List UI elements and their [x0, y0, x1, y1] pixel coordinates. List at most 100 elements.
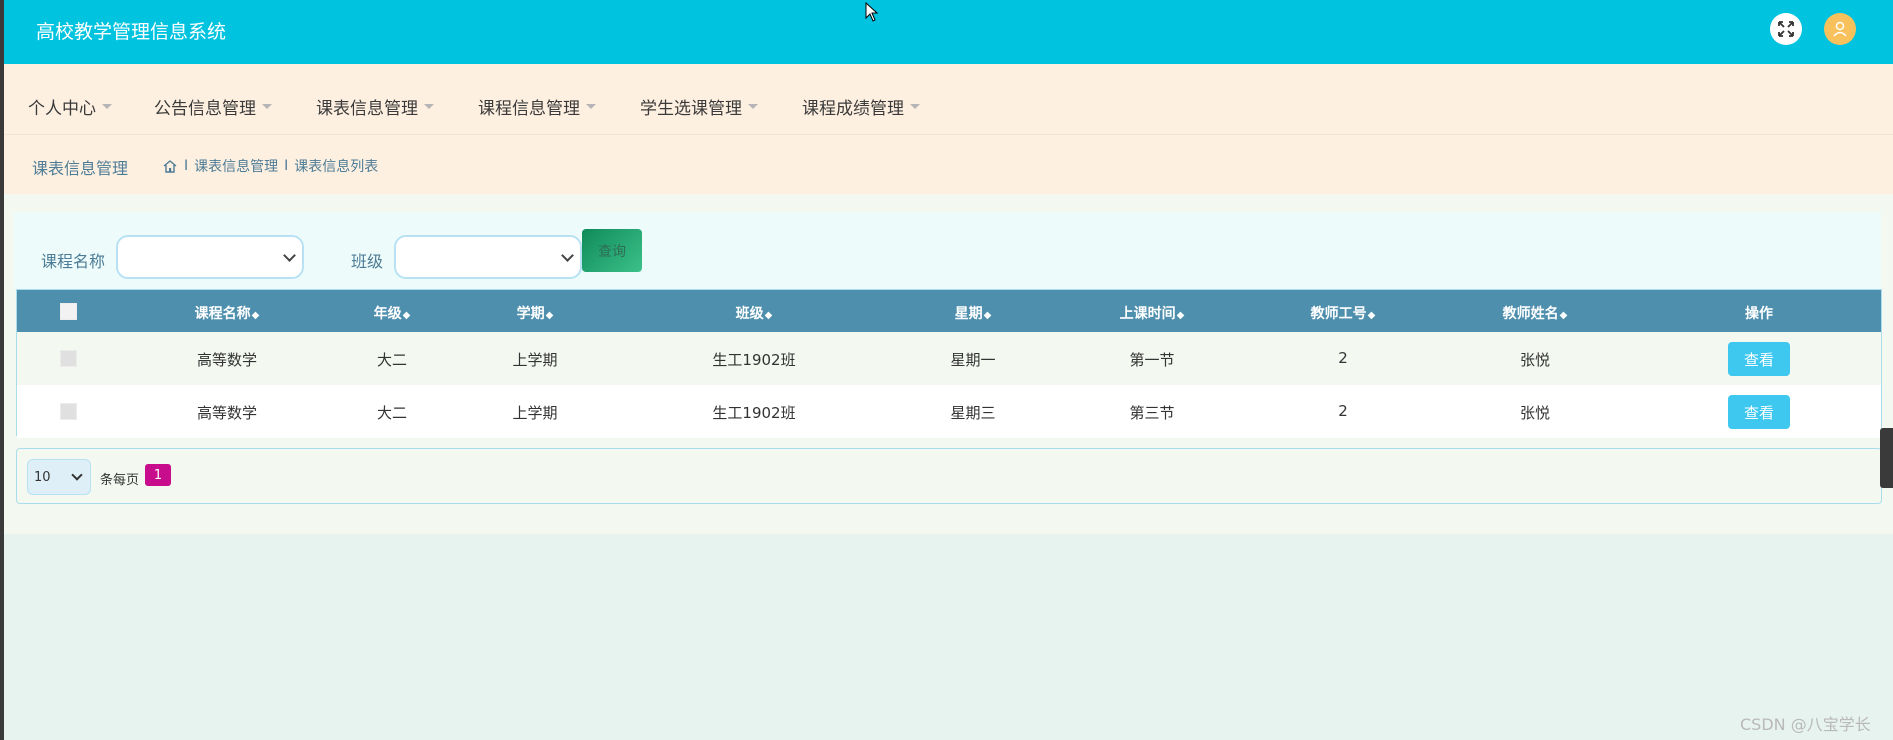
chevron-down-icon [561, 249, 574, 262]
nav-item-timetable[interactable]: 课表信息管理 [316, 94, 434, 119]
select-all-checkbox[interactable] [60, 303, 77, 320]
table-header: 课程名称◆ 年级◆ 学期◆ 班级◆ 星期◆ 上课时间◆ 教师工号◆ 教师姓名◆ … [17, 290, 1881, 332]
nav-item-label: 学生选课管理 [640, 99, 742, 119]
col-header-label: 年级 [373, 306, 402, 322]
col-header-label: 课程名称 [194, 306, 251, 322]
cell-weekday: 星期三 [950, 404, 996, 422]
per-page-label: 条每页 [100, 473, 140, 488]
view-button[interactable]: 查看 [1728, 395, 1790, 429]
cell-term: 上学期 [512, 351, 558, 369]
page-size-value: 10 [34, 470, 51, 485]
cell-class: 生工1902班 [712, 351, 796, 369]
caret-down-icon [424, 104, 434, 109]
nav-item-announcement[interactable]: 公告信息管理 [154, 94, 272, 119]
sort-icon: ◆ [1176, 310, 1185, 321]
cell-class: 生工1902班 [712, 404, 796, 422]
course-name-label: 课程名称 [41, 252, 106, 271]
user-icon [1833, 21, 1847, 37]
page-number-current[interactable]: 1 [145, 464, 171, 486]
pagination: 10 条每页 1 [16, 448, 1882, 504]
caret-down-icon [262, 104, 272, 109]
cell-weekday: 星期一 [950, 351, 996, 369]
col-header-time[interactable]: 上课时间◆ [1120, 303, 1185, 323]
col-header-label: 上课时间 [1119, 306, 1176, 322]
nav-item-label: 课表信息管理 [316, 99, 418, 119]
row-checkbox[interactable] [60, 350, 77, 367]
course-name-select[interactable] [116, 235, 304, 279]
chevron-down-icon [71, 469, 83, 481]
sort-icon: ◆ [1367, 310, 1376, 321]
caret-down-icon [910, 104, 920, 109]
cell-term: 上学期 [512, 404, 558, 422]
sort-icon: ◆ [402, 310, 411, 321]
breadcrumb-bar: 课表信息管理 I 课表信息管理 I 课表信息列表 [4, 135, 1893, 194]
caret-down-icon [748, 104, 758, 109]
search-form: 课程名称 班级 [14, 212, 1881, 290]
col-header-course[interactable]: 课程名称◆ [195, 303, 260, 323]
breadcrumb-separator: I [184, 158, 189, 174]
caret-down-icon [586, 104, 596, 109]
sort-icon: ◆ [545, 310, 554, 321]
cell-course: 高等数学 [196, 351, 258, 369]
col-header-action: 操作 [1745, 306, 1773, 322]
sort-icon: ◆ [764, 310, 773, 321]
class-label: 班级 [351, 252, 384, 271]
page-size-select[interactable]: 10 [27, 459, 91, 495]
col-header-label: 教师工号 [1310, 306, 1367, 322]
sort-icon: ◆ [983, 310, 992, 321]
content-panel: 课程名称 班级 查询 课程名称◆ 年级◆ 学期◆ 班级◆ 星期◆ 上课时间◆ 教… [4, 194, 1893, 534]
timetable-table: 课程名称◆ 年级◆ 学期◆ 班级◆ 星期◆ 上课时间◆ 教师工号◆ 教师姓名◆ … [16, 289, 1882, 438]
cell-course: 高等数学 [196, 404, 258, 422]
sort-icon: ◆ [251, 310, 260, 321]
row-checkbox[interactable] [60, 403, 77, 420]
chevron-down-icon [283, 249, 296, 262]
class-select[interactable] [394, 235, 582, 279]
breadcrumb-item-timetable[interactable]: 课表信息管理 [194, 156, 278, 176]
cell-time: 第三节 [1129, 404, 1175, 422]
col-header-label: 星期 [954, 306, 983, 322]
col-header-grade[interactable]: 年级◆ [374, 303, 411, 323]
nav-item-label: 公告信息管理 [154, 99, 256, 119]
col-header-teacher-id[interactable]: 教师工号◆ [1311, 303, 1376, 323]
page-title: 课表信息管理 [32, 159, 129, 178]
col-header-class[interactable]: 班级◆ [736, 303, 773, 323]
table-row: 高等数学 大二 上学期 生工1902班 星期三 第三节 2 张悦 查看 [17, 385, 1881, 438]
nav-item-grades[interactable]: 课程成绩管理 [802, 94, 920, 119]
cell-teacher-id: 2 [1338, 349, 1348, 367]
home-icon[interactable] [162, 159, 178, 174]
nav-item-course-selection[interactable]: 学生选课管理 [640, 94, 758, 119]
cell-grade: 大二 [376, 404, 408, 422]
nav-item-label: 课程成绩管理 [802, 99, 904, 119]
user-avatar-button[interactable] [1824, 13, 1856, 45]
col-header-label: 班级 [735, 306, 764, 322]
mouse-cursor-icon [865, 2, 879, 22]
table-row: 高等数学 大二 上学期 生工1902班 星期一 第一节 2 张悦 查看 [17, 332, 1881, 385]
col-header-teacher-name[interactable]: 教师姓名◆ [1503, 303, 1568, 323]
col-header-weekday[interactable]: 星期◆ [955, 303, 992, 323]
cell-teacher-id: 2 [1338, 402, 1348, 420]
nav-item-personal-center[interactable]: 个人中心 [28, 94, 112, 119]
cell-grade: 大二 [376, 351, 408, 369]
nav-item-course[interactable]: 课程信息管理 [478, 94, 596, 119]
cell-teacher-name: 张悦 [1519, 351, 1551, 369]
nav-item-label: 个人中心 [28, 99, 96, 119]
breadcrumb-item-list: 课表信息列表 [294, 159, 379, 175]
col-header-label: 教师姓名 [1502, 306, 1559, 322]
cell-time: 第一节 [1129, 351, 1175, 369]
col-header-label: 学期 [516, 306, 545, 322]
query-button[interactable]: 查询 [582, 229, 642, 272]
side-drawer-handle[interactable] [1880, 428, 1893, 488]
breadcrumb-separator: I [284, 158, 289, 174]
expand-icon [1778, 21, 1794, 37]
col-header-term[interactable]: 学期◆ [517, 303, 554, 323]
fullscreen-button[interactable] [1770, 13, 1802, 45]
nav-item-label: 课程信息管理 [478, 99, 580, 119]
caret-down-icon [102, 104, 112, 109]
breadcrumb: I 课表信息管理 I 课表信息列表 [162, 156, 378, 176]
main-nav: 个人中心 公告信息管理 课表信息管理 课程信息管理 学生选课管理 课程成绩管理 [4, 64, 1893, 135]
view-button[interactable]: 查看 [1728, 342, 1790, 376]
app-title: 高校教学管理信息系统 [36, 21, 227, 43]
watermark: CSDN @八宝学长 [1740, 715, 1871, 734]
top-header: 高校教学管理信息系统 [4, 0, 1893, 64]
cell-teacher-name: 张悦 [1519, 404, 1551, 422]
